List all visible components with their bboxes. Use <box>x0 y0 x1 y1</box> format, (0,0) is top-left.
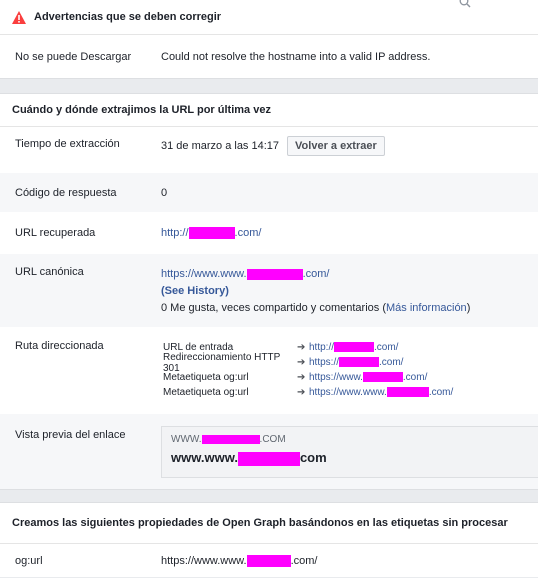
redaction-box <box>334 342 375 353</box>
warning-message: Could not resolve the hostname into a va… <box>161 51 431 63</box>
redaction-box <box>188 227 235 240</box>
redirect-row: Metaetiqueta og:url ➔ https://www.www. .c… <box>163 385 453 400</box>
arrow-right-icon: ➔ <box>297 342 306 353</box>
scrape-time-label: Tiempo de extracción <box>15 138 120 150</box>
canonical-url-prefix: https://www.www. <box>161 268 247 280</box>
scrape-time-row: Tiempo de extracción 31 de marzo a las 1… <box>0 127 538 173</box>
redirect-path-label: Ruta direccionada <box>15 340 104 352</box>
rescrape-button[interactable]: Volver a extraer <box>287 136 385 156</box>
arrow-right-icon: ➔ <box>297 357 306 368</box>
redirect-url-suffix: .com/ <box>374 342 399 353</box>
redirect-url-suffix: .com/ <box>402 372 428 383</box>
ogurl-row: og:url https://www.www. .com/ <box>0 544 538 578</box>
response-code-value: 0 <box>161 186 168 199</box>
scrape-title: Cuándo y dónde extrajimos la URL por últ… <box>12 104 271 116</box>
preview-domain-prefix: WWW. <box>171 434 202 445</box>
link-preview-row: Vista previa del enlace WWW. .COM www.www… <box>0 414 538 489</box>
canonical-url-row: URL canónica https://www.www. .com/ (See … <box>0 254 538 327</box>
opengraph-panel: Creamos las siguientes propiedades de Op… <box>0 502 538 577</box>
warning-row: No se puede Descargar Could not resolve … <box>0 35 538 79</box>
scrape-panel: Cuándo y dónde extrajimos la URL por últ… <box>0 93 538 490</box>
redaction-box <box>386 387 429 398</box>
fetched-url-prefix: http:// <box>161 226 189 239</box>
response-code-label: Código de respuesta <box>15 186 117 199</box>
opengraph-title: Creamos las siguientes propiedades de Op… <box>12 517 508 529</box>
redirect-url-link[interactable]: http:// .com/ <box>309 342 398 353</box>
see-history-link[interactable]: (See History) <box>161 285 229 297</box>
preview-title-suffix: com <box>299 450 327 465</box>
redirect-type: Metaetiqueta og:url <box>163 372 249 383</box>
search-icon[interactable] <box>459 0 471 8</box>
warnings-panel: Advertencias que se deben corregir No se… <box>0 0 538 79</box>
fetched-url-suffix: .com/ <box>234 226 262 239</box>
canonical-url-label: URL canónica <box>15 266 84 278</box>
preview-domain: WWW. .COM <box>171 434 286 445</box>
scrape-time-value: 31 de marzo a las 14:17 Volver a extraer <box>161 136 385 173</box>
response-code-row: Código de respuesta 0 <box>0 173 538 212</box>
redirect-row: Metaetiqueta og:url ➔ https://www. .com/ <box>163 370 453 385</box>
redaction-box <box>339 357 380 368</box>
redirect-type: Redireccionamiento HTTP 301 <box>163 351 281 374</box>
likes-text: 0 Me gusta, veces compartido y comentari… <box>161 302 386 314</box>
redirect-url-suffix: .com/ <box>428 387 454 398</box>
redirect-url-link[interactable]: https:// .com/ <box>309 357 403 368</box>
redaction-box <box>237 451 300 466</box>
fetched-url-link[interactable]: http:// .com/ <box>161 226 262 240</box>
ogurl-value: https://www.www. .com/ <box>161 554 318 568</box>
warning-triangle-icon <box>12 10 26 24</box>
ogurl-label: og:url <box>15 555 43 567</box>
redirect-type: Metaetiqueta og:url <box>163 387 249 398</box>
scrape-header: Cuándo y dónde extrajimos la URL por últ… <box>0 94 538 127</box>
opengraph-header: Creamos las siguientes propiedades de Op… <box>0 503 538 544</box>
preview-title-prefix: www.www. <box>171 450 238 465</box>
redirect-url-link[interactable]: https://www. .com/ <box>309 372 427 383</box>
redaction-box <box>246 268 303 280</box>
redirect-path-row: Ruta direccionada URL de entrada ➔ http:… <box>0 327 538 414</box>
canonical-url-block: https://www.www. .com/ (See History) 0 Me… <box>161 266 470 327</box>
canonical-url-suffix: .com/ <box>302 268 330 280</box>
warnings-title: Advertencias que se deben corregir <box>34 11 222 23</box>
link-preview-label: Vista previa del enlace <box>15 429 126 441</box>
redirect-url-prefix: https:// <box>309 357 340 368</box>
preview-title: www.www. com <box>171 450 327 466</box>
fetched-url-label: URL recuperada <box>15 227 96 239</box>
likes-line: 0 Me gusta, veces compartido y comentari… <box>161 300 470 317</box>
ogurl-prefix: https://www.www. <box>161 554 247 567</box>
redirect-url-prefix: https://www. <box>309 372 363 383</box>
more-info-link[interactable]: Más información <box>386 302 467 314</box>
scrape-time-text: 31 de marzo a las 14:17 <box>161 140 280 152</box>
canonical-url-link[interactable]: https://www.www. .com/ <box>161 268 329 280</box>
redirect-row: Redireccionamiento HTTP 301 ➔ https:// .c… <box>163 352 453 374</box>
redirect-url-suffix: .com/ <box>379 357 404 368</box>
likes-close: ) <box>466 302 471 314</box>
arrow-right-icon: ➔ <box>297 387 306 398</box>
redaction-box <box>246 555 291 568</box>
arrow-right-icon: ➔ <box>297 372 306 383</box>
warning-label: No se puede Descargar <box>15 51 132 63</box>
redirect-url-link[interactable]: https://www.www. .com/ <box>309 387 453 398</box>
link-preview-card[interactable]: WWW. .COM www.www. com <box>161 426 538 478</box>
redaction-box <box>201 434 260 444</box>
redirect-url-prefix: http:// <box>309 342 335 353</box>
redirect-table: URL de entrada ➔ http://.com/ Redireccio… <box>163 340 453 414</box>
warnings-header: Advertencias que se deben corregir <box>0 0 538 35</box>
redaction-box <box>362 372 403 383</box>
ogurl-suffix: .com/ <box>290 554 318 567</box>
redirect-url-prefix: https://www.www. <box>309 387 387 398</box>
fetched-url-row: URL recuperada http:// .com/ <box>0 212 538 254</box>
preview-domain-suffix: .COM <box>259 434 286 445</box>
